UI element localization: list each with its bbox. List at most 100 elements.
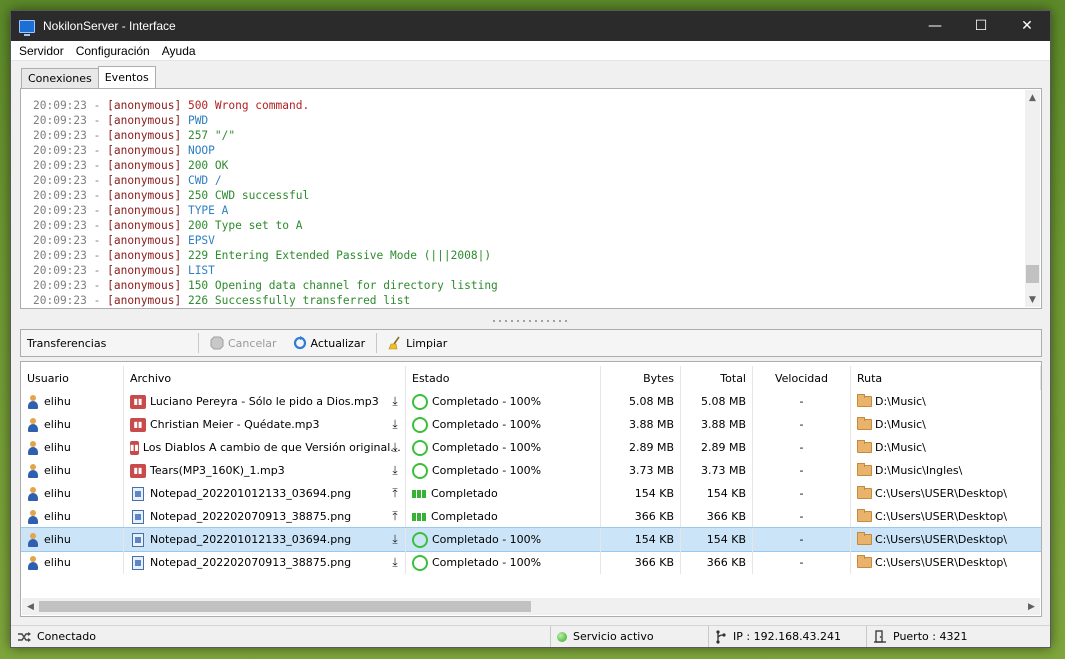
user-name: elihu: [44, 418, 71, 431]
table-row[interactable]: elihu ▮▮ Christian Meier - Quédate.mp3 ⤓ Com…: [21, 413, 1041, 436]
cell-path: C:\Users\USER\Desktop\: [851, 551, 1041, 574]
scroll-right-icon[interactable]: ▶: [1023, 598, 1040, 615]
log-scroll-thumb[interactable]: [1026, 265, 1039, 283]
log-vertical-scrollbar[interactable]: ▲ ▼: [1025, 90, 1040, 307]
connection-status-text: Conectado: [37, 630, 96, 643]
panel-splitter[interactable]: [491, 319, 571, 323]
col-header-total[interactable]: Total: [681, 366, 753, 390]
refresh-label: Actualizar: [310, 336, 366, 350]
log-line: 20:09:23 - [anonymous] 150 Opening data …: [33, 278, 498, 293]
table-row[interactable]: elihu Notepad_202201012133_03694.png ⤓ Comp…: [21, 527, 1041, 552]
file-name: Notepad_202202070913_38875.png: [150, 556, 352, 569]
download-icon: ⤓: [392, 440, 398, 454]
user-name: elihu: [44, 487, 71, 500]
col-header-user[interactable]: Usuario: [21, 366, 124, 390]
log-user: [anonymous]: [107, 234, 182, 247]
state-text: Completado - 100%: [432, 464, 542, 477]
col-header-speed[interactable]: Velocidad: [753, 366, 851, 390]
refresh-button[interactable]: Actualizar: [289, 336, 370, 350]
scroll-left-icon[interactable]: ◀: [22, 598, 39, 615]
cell-user: elihu: [21, 551, 124, 574]
file-name: Luciano Pereyra - Sólo le pido a Dios.mp…: [150, 395, 379, 408]
broom-icon: [388, 336, 402, 350]
menu-ayuda[interactable]: Ayuda: [156, 44, 202, 58]
cancel-button[interactable]: Cancelar: [206, 336, 281, 350]
table-row[interactable]: elihu ▮▮ Los Diablos A cambio de que Versi…: [21, 436, 1041, 459]
table-scroll-thumb[interactable]: [39, 601, 531, 612]
cell-file: ▮▮ Los Diablos A cambio de que Versión or…: [124, 436, 406, 459]
user-name: elihu: [44, 395, 71, 408]
tab-conexiones[interactable]: Conexiones: [21, 68, 99, 88]
scroll-up-icon[interactable]: ▲: [1025, 90, 1040, 105]
toolbar-separator: [376, 333, 378, 353]
status-port: Puerto : 4321: [867, 626, 967, 647]
log-message: 500 Wrong command.: [187, 99, 310, 112]
download-icon: ⤓: [392, 417, 398, 431]
log-user: [anonymous]: [107, 99, 182, 112]
image-file-icon: [132, 555, 144, 570]
table-row[interactable]: elihu Notepad_202202070913_38875.png ⤓ Comp…: [21, 551, 1041, 574]
cell-path: C:\Users\USER\Desktop\: [851, 505, 1041, 528]
log-message: 200 Type set to A: [187, 219, 303, 232]
folder-icon: [857, 532, 872, 545]
path-text: D:\Music\Ingles\: [875, 464, 963, 477]
cell-file: Notepad_202202070913_38875.png ⤒: [124, 505, 406, 528]
log-line: 20:09:23 - [anonymous] 200 OK: [33, 158, 498, 173]
close-button[interactable]: ✕: [1004, 11, 1050, 41]
cell-speed: -: [753, 459, 851, 482]
cell-bytes: 5.08 MB: [601, 390, 681, 413]
cell-bytes: 3.73 MB: [601, 459, 681, 482]
transfers-table[interactable]: Usuario Archivo Estado Bytes Total Veloc…: [20, 361, 1042, 617]
clear-label: Limpiar: [406, 336, 448, 350]
folder-icon: [857, 417, 872, 430]
download-icon: ⤓: [392, 463, 398, 477]
audio-file-icon: ▮▮: [130, 417, 146, 432]
tab-eventos[interactable]: Eventos: [97, 66, 156, 88]
cell-speed: -: [753, 482, 851, 505]
audio-file-icon: ▮▮: [130, 394, 146, 409]
audio-file-icon: ▮▮: [130, 463, 146, 478]
user-name: elihu: [44, 464, 71, 477]
log-user: [anonymous]: [107, 159, 182, 172]
table-horizontal-scrollbar[interactable]: ◀ ▶: [22, 598, 1040, 615]
log-message: LIST: [187, 264, 215, 277]
col-header-file[interactable]: Archivo: [124, 366, 406, 390]
cell-total: 154 KB: [681, 528, 753, 551]
scroll-down-icon[interactable]: ▼: [1025, 292, 1040, 307]
event-log-panel[interactable]: 20:09:23 - [anonymous] 500 Wrong command…: [20, 88, 1042, 309]
table-row[interactable]: elihu Notepad_202202070913_38875.png ⤒ Comp…: [21, 505, 1041, 528]
table-row[interactable]: elihu Notepad_202201012133_03694.png ⤒ Comp…: [21, 482, 1041, 505]
user-icon: [27, 486, 39, 501]
maximize-button[interactable]: ☐: [958, 11, 1004, 41]
menu-configuracion[interactable]: Configuración: [70, 44, 156, 58]
title-bar[interactable]: NokilonServer - Interface — ☐ ✕: [11, 11, 1050, 41]
log-time: 20:09:23 -: [33, 159, 101, 172]
path-text: D:\Music\: [875, 441, 926, 454]
cell-user: elihu: [21, 482, 124, 505]
log-user: [anonymous]: [107, 264, 182, 277]
col-header-state[interactable]: Estado: [406, 366, 601, 390]
file-name: Los Diablos A cambio de que Versión orig…: [142, 441, 401, 454]
event-log: 20:09:23 - [anonymous] 500 Wrong command…: [33, 98, 498, 308]
completed-circle-icon: [412, 439, 428, 456]
cancel-label: Cancelar: [228, 336, 277, 350]
table-row[interactable]: elihu ▮▮ Tears(MP3_160K)_1.mp3 ⤓ Completado …: [21, 459, 1041, 482]
table-row[interactable]: elihu ▮▮ Luciano Pereyra - Sólo le pido a …: [21, 390, 1041, 413]
port-door-icon: [873, 630, 887, 643]
main-window: NokilonServer - Interface — ☐ ✕ Servidor…: [10, 10, 1051, 648]
menu-bar: Servidor Configuración Ayuda: [11, 41, 1050, 61]
menu-servidor[interactable]: Servidor: [13, 44, 70, 58]
col-header-path[interactable]: Ruta: [851, 366, 1041, 390]
service-status-text: Servicio activo: [573, 630, 654, 643]
clear-button[interactable]: Limpiar: [384, 336, 451, 350]
col-header-bytes[interactable]: Bytes: [601, 366, 681, 390]
service-active-icon: [557, 631, 567, 642]
port-text: Puerto : 4321: [893, 630, 968, 643]
log-line: 20:09:23 - [anonymous] 250 CWD successfu…: [33, 188, 498, 203]
minimize-button[interactable]: —: [912, 11, 958, 41]
image-file-icon: [132, 532, 144, 547]
log-line: 20:09:23 - [anonymous] 200 Type set to A: [33, 218, 498, 233]
cell-total: 154 KB: [681, 482, 753, 505]
path-text: C:\Users\USER\Desktop\: [875, 510, 1008, 523]
log-line: 20:09:23 - [anonymous] 500 Wrong command…: [33, 98, 498, 113]
